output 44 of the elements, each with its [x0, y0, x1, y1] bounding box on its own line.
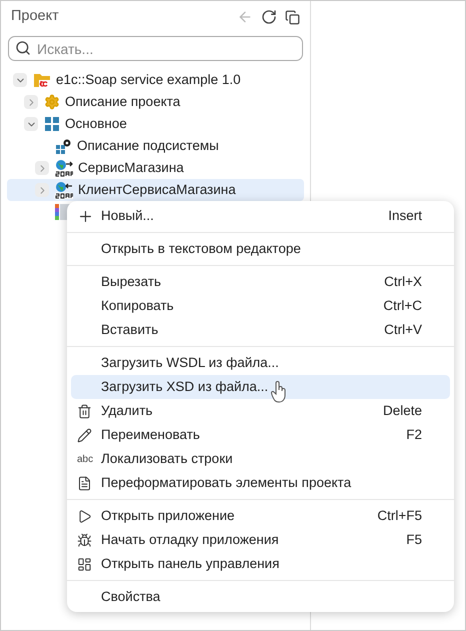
collapse-chevron-icon[interactable] — [24, 117, 38, 131]
tree-item-label[interactable]: СервисМагазина — [78, 158, 184, 178]
tree-row-highlight[interactable]: КлиентСервисаМагазина — [7, 179, 304, 201]
panel-title: Проект — [11, 7, 60, 26]
menu-item[interactable]: Загрузить WSDL из файла... — [71, 351, 450, 375]
tree-item-label[interactable]: Основное — [65, 114, 127, 134]
menu-item[interactable]: Переформатировать элементы проекта — [71, 471, 450, 495]
soap-globe-icon — [55, 159, 73, 177]
menu-item[interactable]: Переименовать F2 — [71, 423, 450, 447]
menu-item[interactable]: Открыть в текстовом редакторе — [71, 237, 450, 261]
search-icon — [15, 40, 31, 56]
bug-icon — [77, 532, 92, 548]
menu-item[interactable]: Удалить Delete — [71, 399, 450, 423]
document-icon — [77, 476, 92, 490]
menu-item[interactable]: abc Локализовать строки — [71, 447, 450, 471]
search-field[interactable]: Искать... — [8, 36, 303, 61]
panel-icon — [77, 556, 92, 572]
collapse-chevron-icon[interactable] — [13, 73, 27, 87]
expand-chevron-icon[interactable] — [24, 95, 38, 109]
tree-item-label[interactable]: e1c::Soap service example 1.0 — [56, 70, 241, 90]
play-icon — [77, 508, 92, 524]
tree-item-label[interactable]: КлиентСервисаМагазина — [78, 180, 236, 200]
menu-item[interactable]: Вставить Ctrl+V — [71, 318, 450, 342]
folder-icon — [33, 72, 51, 88]
grid-icon — [44, 116, 60, 132]
expand-chevron-icon[interactable] — [35, 161, 49, 175]
menu-item[interactable]: Свойства — [71, 585, 450, 609]
menu-item[interactable]: Начать отладку приложения F5 — [71, 528, 450, 552]
menu-item[interactable]: Открыть панель управления — [71, 552, 450, 576]
refresh-icon[interactable] — [261, 9, 277, 25]
hand-cursor-icon — [271, 381, 288, 403]
collapse-all-icon[interactable] — [285, 10, 300, 24]
menu-item[interactable]: Копировать Ctrl+C — [71, 294, 450, 318]
pencil-icon — [77, 428, 92, 442]
soap-globe-icon — [55, 181, 73, 199]
trash-icon — [77, 404, 92, 418]
menu-item[interactable]: Открыть приложение Ctrl+F5 — [71, 504, 450, 528]
menu-item[interactable]: Новый... Insert — [71, 204, 450, 228]
menu-item[interactable]: Вырезать Ctrl+X — [71, 270, 450, 294]
grid-gear-icon — [55, 138, 72, 154]
gear-icon — [44, 94, 60, 110]
tree-item-label[interactable]: Описание проекта — [65, 92, 180, 112]
abc-icon: abc — [77, 452, 94, 466]
tree-item-label[interactable]: Описание подсистемы — [77, 136, 219, 156]
